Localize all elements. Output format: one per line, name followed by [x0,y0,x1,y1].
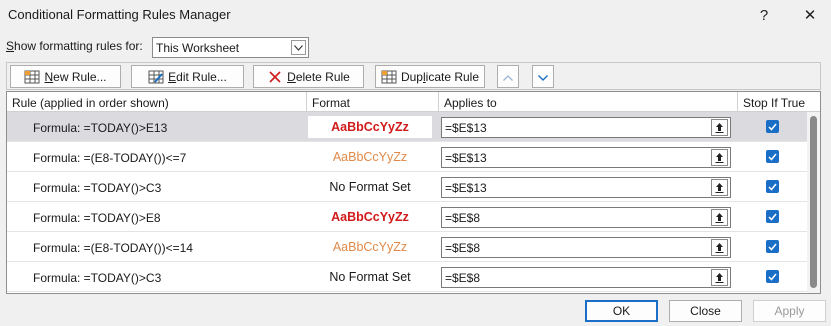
rule-formula: Formula: =TODAY()>E13 [33,121,168,135]
help-button[interactable]: ? [748,2,780,28]
duplicate-rule-button[interactable]: Duplicate Rule [375,65,485,88]
rule-row[interactable]: Formula: =(E8-TODAY())<=7 AaBbCcYyZz =$E… [7,142,807,172]
range-picker-icon[interactable] [711,179,728,196]
apply-button[interactable]: Apply [753,300,826,322]
close-dialog-button[interactable]: ✕ [794,2,826,28]
stop-if-true-checkbox[interactable] [766,210,779,223]
delete-icon [267,70,283,84]
show-rules-value: This Worksheet [156,41,240,55]
edit-rule-icon [148,70,164,84]
applies-to-value: =$E$13 [445,181,487,195]
rule-formula: Formula: =TODAY()>E8 [33,211,161,225]
ok-button[interactable]: OK [585,300,658,322]
range-picker-icon[interactable] [711,209,728,226]
format-preview: AaBbCcYyZz [308,116,432,138]
chevron-down-icon [538,70,548,84]
applies-to-value: =$E$8 [445,241,481,255]
applies-to-field[interactable]: =$E$13 [441,117,731,138]
applies-to-value: =$E$13 [445,151,487,165]
title-bar: Conditional Formatting Rules Manager ? ✕ [0,0,831,30]
new-rule-button[interactable]: New Rule... [10,65,121,88]
format-preview: AaBbCcYyZz [332,150,408,164]
applies-to-field[interactable]: =$E$8 [441,267,731,288]
edit-rule-label: Edit Rule... [168,69,227,84]
stop-if-true-checkbox[interactable] [766,120,779,133]
delete-rule-label: Delete Rule [287,69,350,84]
chevron-up-icon [503,70,513,84]
rules-toolbar: New Rule... Edit Rule... Delete Rule Dup… [6,62,821,90]
scrollbar-thumb[interactable] [810,116,817,288]
stop-if-true-checkbox[interactable] [766,180,779,193]
dialog-title: Conditional Formatting Rules Manager [8,7,231,22]
duplicate-rule-label: Duplicate Rule [400,69,480,84]
applies-to-field[interactable]: =$E$8 [441,237,731,258]
rule-row[interactable]: Formula: =(E8-TODAY())<=14 AaBbCcYyZz =$… [7,232,807,262]
range-picker-icon[interactable] [711,239,728,256]
column-header-format: Format [312,96,351,110]
show-rules-select[interactable]: This Worksheet [152,37,309,58]
close-icon: ✕ [803,7,817,24]
rules-grid: Rule (applied in order shown) Format App… [6,91,821,294]
help-icon: ? [759,6,769,24]
close-button[interactable]: Close [669,300,742,322]
stop-if-true-checkbox[interactable] [766,270,779,283]
format-preview: AaBbCcYyZz [331,210,409,224]
delete-rule-button[interactable]: Delete Rule [253,65,364,88]
stop-if-true-checkbox[interactable] [766,150,779,163]
applies-to-field[interactable]: =$E$8 [441,207,731,228]
move-up-button[interactable] [497,65,519,88]
range-picker-icon[interactable] [711,119,728,136]
rule-formula: Formula: =TODAY()>C3 [33,181,162,195]
header-divider [737,92,738,112]
new-rule-icon [24,70,40,84]
header-divider [306,92,307,112]
duplicate-icon [381,70,397,84]
format-preview: AaBbCcYyZz [332,240,408,254]
range-picker-icon[interactable] [711,149,728,166]
column-header-stop-if-true: Stop If True [743,96,806,110]
rule-row[interactable]: Formula: =TODAY()>E8 AaBbCcYyZz =$E$8 [7,202,807,232]
rule-row[interactable]: Formula: =TODAY()>C3 No Format Set =$E$8 [7,262,807,292]
move-down-button[interactable] [532,65,554,88]
grid-header: Rule (applied in order shown) Format App… [7,92,820,112]
rule-formula: Formula: =TODAY()>C3 [33,271,162,285]
column-header-applies-to: Applies to [444,96,497,110]
applies-to-value: =$E$13 [445,121,487,135]
rule-row[interactable]: Formula: =TODAY()>E13 AaBbCcYyZz =$E$13 [7,112,807,142]
new-rule-label: New Rule... [44,69,107,84]
rule-formula: Formula: =(E8-TODAY())<=7 [33,151,187,165]
applies-to-value: =$E$8 [445,271,481,285]
vertical-scrollbar[interactable] [807,112,820,293]
format-preview: No Format Set [329,180,411,194]
rule-row[interactable]: Formula: =TODAY()>C3 No Format Set =$E$1… [7,172,807,202]
stop-if-true-checkbox[interactable] [766,240,779,253]
chevron-down-icon [291,40,306,55]
rule-formula: Formula: =(E8-TODAY())<=14 [33,241,193,255]
applies-to-field[interactable]: =$E$13 [441,147,731,168]
column-header-rule: Rule (applied in order shown) [12,96,169,110]
applies-to-field[interactable]: =$E$13 [441,177,731,198]
applies-to-value: =$E$8 [445,211,481,225]
range-picker-icon[interactable] [711,269,728,286]
edit-rule-button[interactable]: Edit Rule... [131,65,244,88]
header-divider [438,92,439,112]
show-rules-label: Show formatting rules for: [6,39,143,53]
format-preview: No Format Set [329,270,411,284]
